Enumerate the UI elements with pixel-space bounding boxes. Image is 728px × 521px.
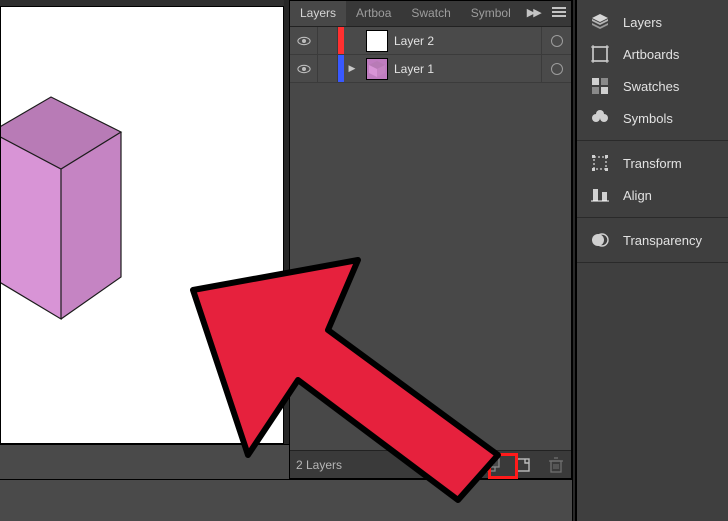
panel-item-layers[interactable]: Layers [577, 6, 728, 38]
right-panel-dock: Layers Artboards Swatches Symbols Transform A… [576, 0, 728, 521]
visibility-toggle[interactable] [290, 27, 318, 54]
layers-panel-footer: 2 Layers [290, 450, 571, 478]
swatches-icon [589, 75, 611, 97]
panel-item-transparency[interactable]: Transparency [577, 224, 728, 256]
panel-collapse-icon[interactable]: ▶▶ [521, 1, 546, 26]
expand-toggle[interactable]: ▶ [344, 63, 360, 74]
panel-item-transform[interactable]: Transform [577, 147, 728, 179]
layers-list: Layer 2 ▶ Layer 1 [290, 27, 571, 450]
panel-item-align[interactable]: Align [577, 179, 728, 211]
new-sublayer-icon[interactable] [483, 456, 501, 474]
panel-item-swatches[interactable]: Swatches [577, 70, 728, 102]
layers-icon [589, 11, 611, 33]
target-indicator[interactable] [541, 55, 571, 82]
panel-tabs: Layers Artboa Swatch Symbol ▶▶ [290, 1, 571, 27]
panel-item-artboards[interactable]: Artboards [577, 38, 728, 70]
panel-item-label: Transform [623, 156, 682, 171]
canvas-area[interactable] [0, 6, 284, 444]
transform-icon [589, 152, 611, 174]
delete-layer-icon[interactable] [547, 456, 565, 474]
panel-item-label: Artboards [623, 47, 679, 62]
layer-thumbnail [366, 30, 388, 52]
panel-item-label: Swatches [623, 79, 679, 94]
lock-toggle[interactable] [318, 55, 338, 82]
visibility-toggle[interactable] [290, 55, 318, 82]
panel-group: Layers Artboards Swatches Symbols [577, 0, 728, 141]
layer-count-label: 2 Layers [296, 458, 405, 472]
artboards-icon [589, 43, 611, 65]
tab-artboards[interactable]: Artboa [346, 1, 401, 26]
make-clipping-mask-icon[interactable] [451, 456, 469, 474]
tab-label: Layers [300, 6, 336, 20]
layer-name-label[interactable]: Layer 2 [394, 34, 541, 48]
panel-item-symbols[interactable]: Symbols [577, 102, 728, 134]
tab-label: Symbol [471, 6, 511, 20]
tab-label: Swatch [411, 6, 450, 20]
layers-panel: Layers Artboa Swatch Symbol ▶▶ Layer 2▶L… [289, 0, 572, 479]
panel-item-label: Transparency [623, 233, 702, 248]
panel-item-label: Layers [623, 15, 662, 30]
panel-item-label: Symbols [623, 111, 673, 126]
tab-swatches[interactable]: Swatch [401, 1, 460, 26]
lock-toggle[interactable] [318, 27, 338, 54]
layer-row[interactable]: ▶ Layer 1 [290, 55, 571, 83]
canvas-artwork [1, 7, 285, 445]
transparency-icon [589, 229, 611, 251]
panel-group: Transform Align [577, 141, 728, 218]
target-indicator[interactable] [541, 27, 571, 54]
workspace-bottom-strip [0, 479, 576, 521]
panel-item-label: Align [623, 188, 652, 203]
symbols-icon [589, 107, 611, 129]
panel-group: Transparency [577, 218, 728, 263]
align-icon [589, 184, 611, 206]
tab-label: Artboa [356, 6, 391, 20]
locate-object-icon[interactable] [419, 456, 437, 474]
layer-thumbnail [366, 58, 388, 80]
layer-row[interactable]: Layer 2 [290, 27, 571, 55]
tab-layers[interactable]: Layers [290, 1, 346, 26]
panel-menu-icon[interactable] [546, 1, 572, 26]
layer-name-label[interactable]: Layer 1 [394, 62, 541, 76]
layer-color-indicator [338, 27, 344, 54]
create-new-layer-icon[interactable] [515, 456, 533, 474]
tab-symbols[interactable]: Symbol [461, 1, 521, 26]
